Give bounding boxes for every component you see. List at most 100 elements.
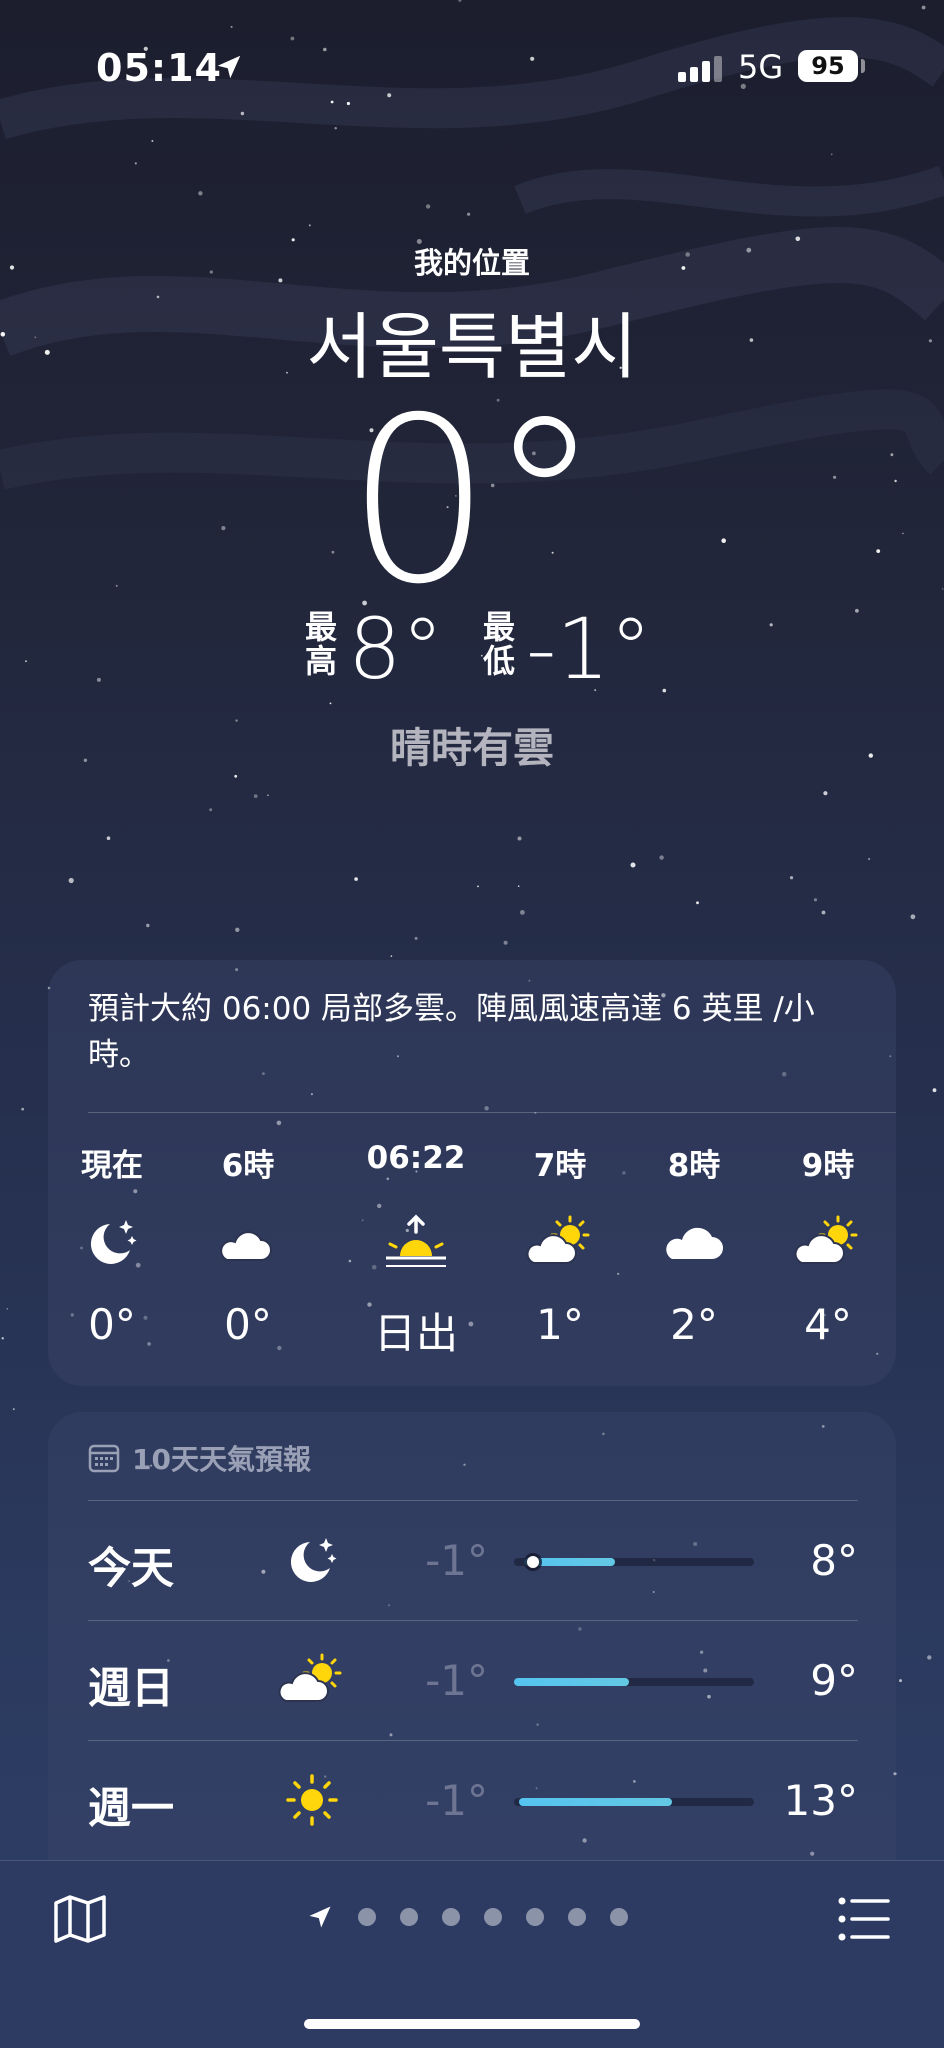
forecast-summary: 預計大約 06:00 局部多雲。陣風風速高達 6 英里 /小時。 (88, 991, 815, 1073)
sunrise-icon (356, 1206, 476, 1278)
star (425, 204, 431, 209)
star (390, 955, 393, 957)
day-name: 週日 (88, 1664, 174, 1714)
page-dot[interactable] (358, 1908, 376, 1926)
star (868, 857, 871, 861)
low-label: 最低 (482, 608, 515, 680)
star (659, 855, 664, 860)
day-high: 9° (810, 1656, 858, 1705)
star (21, 1107, 25, 1111)
day-name: 週一 (88, 1784, 174, 1834)
star (520, 910, 525, 915)
network-type: 5G (738, 48, 784, 86)
hour-label: 7時 (533, 1148, 587, 1184)
my-location-label: 我的位置 (413, 246, 530, 280)
star (921, 5, 926, 10)
star (517, 836, 522, 841)
map-icon[interactable] (52, 1891, 108, 1947)
temperature-range-bar (514, 1798, 754, 1806)
list-icon[interactable] (836, 1891, 892, 1947)
page-dot[interactable] (610, 1908, 628, 1926)
page-dot[interactable] (526, 1908, 544, 1926)
star (234, 774, 238, 778)
moon-stars-icon (274, 1524, 350, 1596)
star (198, 191, 203, 196)
day-low: -1° (425, 1656, 488, 1705)
star (6, 1308, 9, 1310)
hour-item: 現在 0° (52, 1140, 172, 1349)
sun-icon (274, 1764, 350, 1836)
page-dot[interactable] (484, 1908, 502, 1926)
star (503, 940, 508, 945)
day-row[interactable]: 週一 -1° 13° (88, 1740, 858, 1860)
low-temperature: -1° (526, 600, 652, 698)
hour-label: 8時 (667, 1148, 721, 1184)
location-arrow-icon (309, 1906, 331, 1928)
star (346, 101, 350, 106)
home-indicator (304, 2019, 640, 2029)
hour-label: 現在 (81, 1148, 143, 1184)
star (830, 153, 833, 156)
current-weather-header: 我的位置 서울특별시 0° (0, 240, 944, 615)
star (253, 794, 258, 798)
star (354, 877, 358, 881)
day-low: -1° (425, 1776, 488, 1825)
star (334, 127, 337, 130)
star (330, 100, 334, 104)
hour-item: 8時 2° (634, 1140, 754, 1349)
star (467, 212, 471, 216)
star (932, 1088, 937, 1093)
page-dot[interactable] (442, 1908, 460, 1926)
star (927, 1655, 932, 1660)
high-temperature: 8° (348, 600, 444, 698)
star (134, 162, 137, 165)
divider (88, 1112, 896, 1113)
hour-item: 6時 0° (188, 1140, 308, 1349)
status-bar: 05:14 5G 95 (0, 46, 944, 96)
hourly-forecast-card[interactable]: 預計大約 06:00 局部多雲。陣風風速高達 6 英里 /小時。 現在 0° 6… (48, 960, 896, 1386)
day-high: 13° (783, 1776, 858, 1825)
day-name: 今天 (88, 1544, 174, 1594)
hour-label: 06:22 (366, 1140, 466, 1176)
page-dot[interactable] (400, 1908, 418, 1926)
hour-temperature: 2° (670, 1300, 718, 1349)
page-dot[interactable] (568, 1908, 586, 1926)
star (12, 1408, 15, 1411)
divider (88, 1740, 858, 1741)
day-high: 8° (810, 1536, 858, 1585)
hour-temperature: 日出 (373, 1309, 458, 1358)
star (899, 1679, 902, 1683)
star (329, 702, 332, 705)
hour-temperature: 4° (804, 1300, 852, 1349)
star (267, 794, 269, 796)
current-temperature: 0° (346, 368, 601, 634)
star (458, 0, 462, 2)
hour-item: 9時 4° (768, 1140, 888, 1349)
cloud-sun-icon (500, 1206, 620, 1278)
divider (88, 1620, 858, 1621)
hour-temperature: 0° (88, 1300, 136, 1349)
star (477, 885, 479, 888)
high-low-row: 最高 8° 最低 -1° (0, 600, 944, 698)
star (823, 791, 828, 796)
status-time: 05:14 (96, 46, 222, 90)
star (308, 224, 311, 227)
day-row[interactable]: 週日 -1° 9° (88, 1620, 858, 1740)
cloud-moon-icon (188, 1206, 308, 1278)
temperature-range-bar (514, 1678, 754, 1686)
star (146, 923, 150, 928)
moon-stars-icon (52, 1206, 172, 1278)
cloud-sun-icon (274, 1644, 350, 1716)
day-row[interactable]: 今天 -1° 8° (88, 1500, 858, 1620)
star (209, 808, 213, 812)
ten-day-header: 10天天氣預報 (88, 1438, 311, 1478)
page-indicator[interactable] (306, 1903, 628, 1931)
divider (88, 1500, 858, 1501)
star (789, 876, 794, 880)
temperature-range-bar (514, 1556, 754, 1568)
battery-indicator: 95 (798, 50, 858, 82)
star (68, 877, 74, 884)
star (230, 25, 233, 28)
day-low: -1° (425, 1536, 488, 1585)
star (517, 885, 520, 887)
